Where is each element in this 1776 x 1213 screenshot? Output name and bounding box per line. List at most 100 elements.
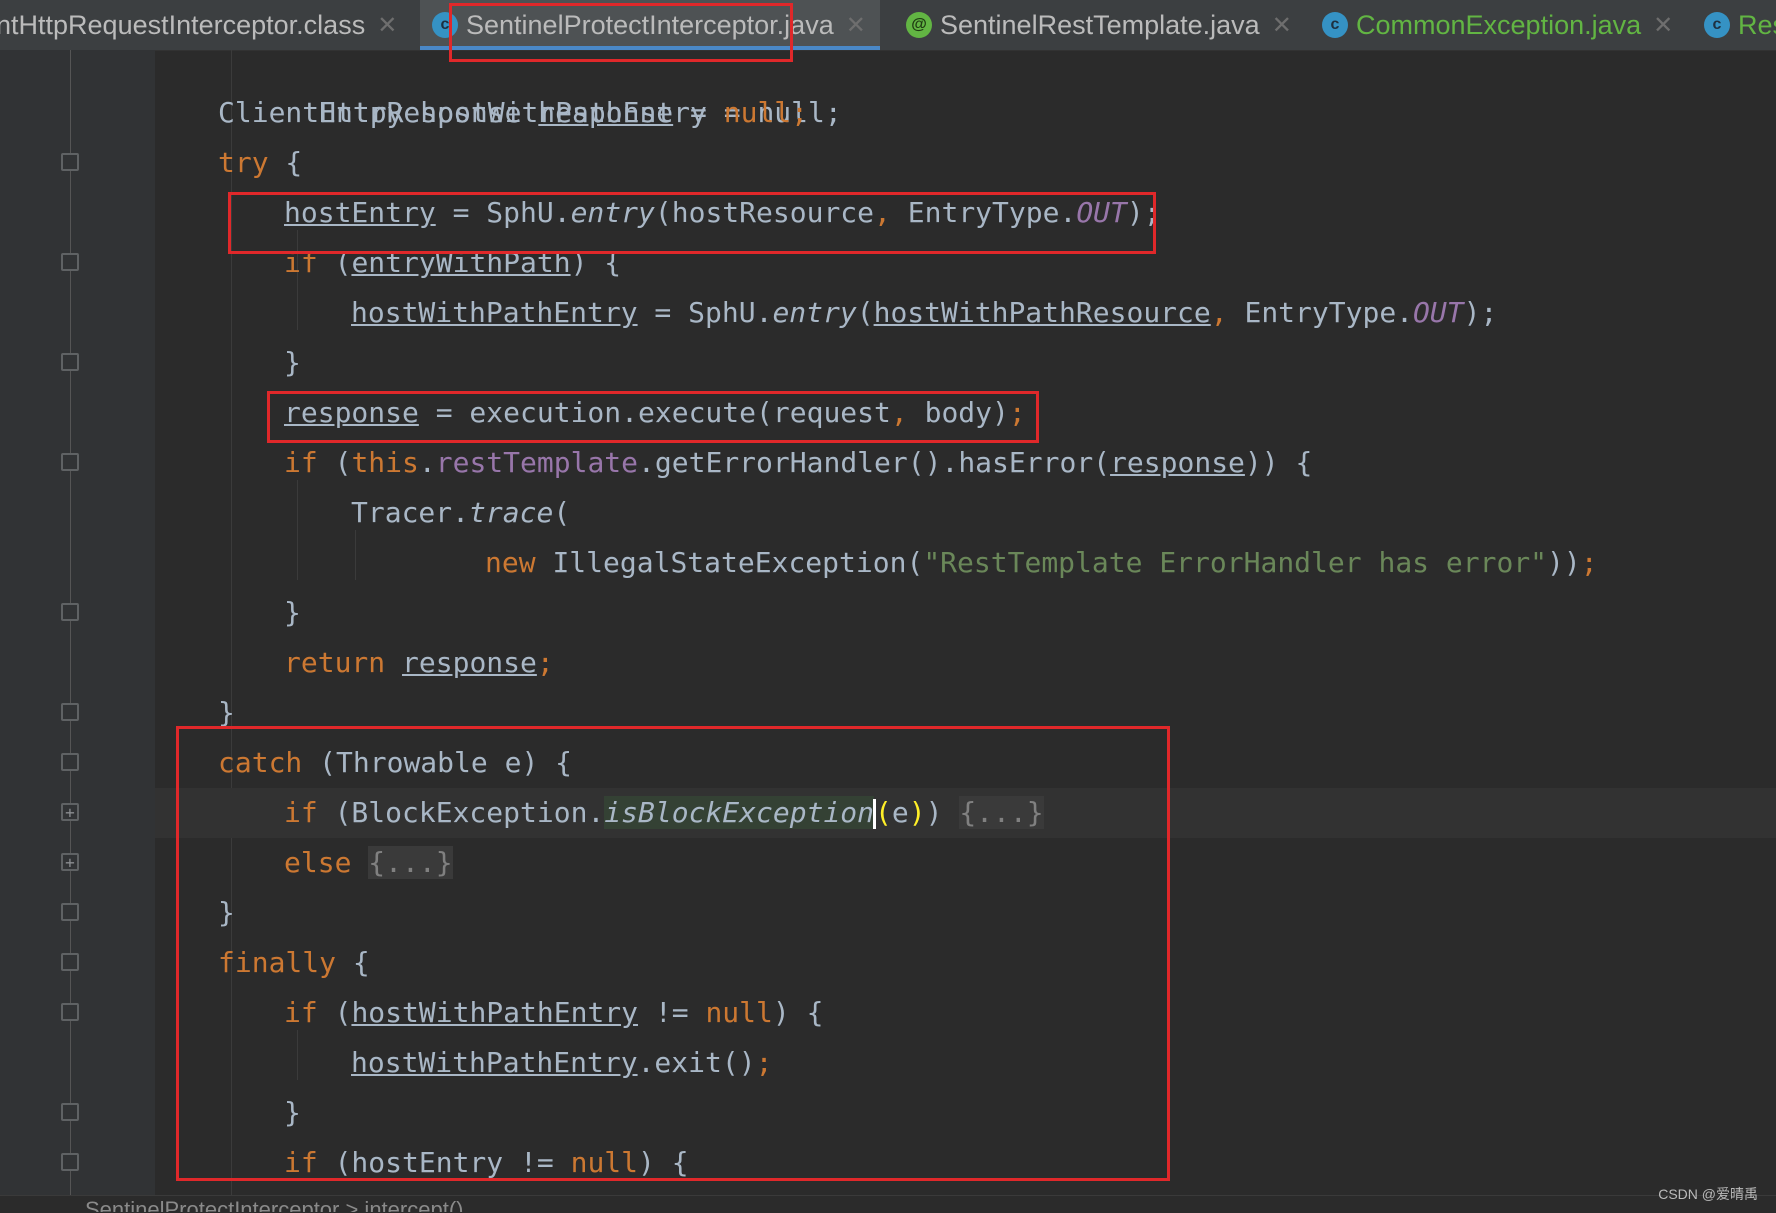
fold-end-icon[interactable] bbox=[61, 603, 79, 621]
code-text: OUT bbox=[1413, 296, 1464, 329]
code-line: hostEntry = SphU.entry(hostResource, Ent… bbox=[155, 188, 1776, 238]
code-line: if (this.restTemplate.getErrorHandler().… bbox=[155, 438, 1776, 488]
code-text: (hostEntry != bbox=[317, 1146, 571, 1179]
code-line: Entry hostWithPathEntry = null; bbox=[155, 38, 1776, 129]
folded-block[interactable]: {...} bbox=[368, 846, 453, 879]
code-text: else bbox=[284, 846, 352, 879]
close-icon[interactable]: ✕ bbox=[1653, 11, 1673, 40]
folded-block[interactable]: {...} bbox=[959, 796, 1044, 829]
fold-collapse-icon[interactable] bbox=[61, 253, 79, 271]
class-icon: c bbox=[1704, 12, 1730, 38]
code-text: (BlockException. bbox=[317, 796, 605, 829]
code-text: } bbox=[284, 346, 301, 379]
fold-end-icon[interactable] bbox=[61, 903, 79, 921]
code-text: , bbox=[874, 196, 908, 229]
code-line: else {...} bbox=[155, 838, 1776, 888]
code-text: entry bbox=[772, 296, 857, 329]
code-text: = bbox=[673, 96, 724, 129]
code-text: (Throwable e) { bbox=[302, 746, 573, 779]
code-text: ; bbox=[791, 96, 809, 129]
code-line: hostWithPathEntry.exit(); bbox=[155, 1038, 1776, 1088]
code-text: ( bbox=[317, 996, 352, 1029]
fold-end-icon[interactable] bbox=[61, 353, 79, 371]
code-text: )) bbox=[1547, 546, 1581, 579]
code-line: if (entryWithPath) { bbox=[155, 238, 1776, 288]
code-line: try { bbox=[155, 138, 1776, 188]
fold-collapse-icon[interactable] bbox=[61, 453, 79, 471]
code-text: } bbox=[218, 696, 235, 729]
code-area[interactable]: Entry hostWithPathEntry = null; ClientHt… bbox=[155, 50, 1776, 1195]
code-text: ( bbox=[317, 246, 352, 279]
code-text: . bbox=[418, 446, 436, 479]
code-text: hostWithPathEntry bbox=[351, 296, 638, 329]
code-line: new IllegalStateException("RestTemplate … bbox=[155, 538, 1776, 588]
code-text: hostWithPathEntry bbox=[351, 996, 639, 1029]
code-text: entryWithPath bbox=[351, 246, 571, 279]
code-text: null bbox=[705, 996, 773, 1029]
code-text: response bbox=[1110, 446, 1245, 479]
code-text: = SphU. bbox=[435, 196, 571, 229]
fold-collapse-icon[interactable] bbox=[61, 953, 79, 971]
code-text: EntryType. bbox=[1244, 296, 1414, 329]
class-icon: c bbox=[432, 12, 458, 38]
fold-collapse-icon[interactable] bbox=[61, 1003, 79, 1021]
code-text: if bbox=[284, 796, 318, 829]
code-text: (hostResource bbox=[654, 196, 875, 229]
code-text: != bbox=[638, 996, 706, 1029]
code-text: ; bbox=[1008, 396, 1026, 429]
code-text: .exit() bbox=[637, 1046, 756, 1079]
code-text: "RestTemplate ErrorHandler has error" bbox=[923, 546, 1548, 579]
code-text: restTemplate bbox=[435, 446, 639, 479]
code-line: Tracer.trace( bbox=[155, 488, 1776, 538]
editor-gutter: + + bbox=[0, 50, 155, 1195]
code-text: = SphU. bbox=[637, 296, 773, 329]
fold-collapse-icon[interactable] bbox=[61, 1153, 79, 1171]
code-text: ( bbox=[875, 796, 892, 829]
code-text: if bbox=[284, 246, 318, 279]
fold-end-icon[interactable] bbox=[61, 703, 79, 721]
close-icon[interactable]: ✕ bbox=[1272, 11, 1292, 40]
breadcrumb[interactable]: SentinelProtectInterceptor > intercept() bbox=[85, 1195, 463, 1212]
code-line: } bbox=[155, 688, 1776, 738]
tab-label: SentinelRestTemplate.java bbox=[940, 9, 1260, 40]
code-text: ) { bbox=[638, 1146, 689, 1179]
fold-expand-icon[interactable]: + bbox=[61, 803, 79, 821]
code-line-current: if (BlockException.isBlockException(e)) … bbox=[155, 788, 1776, 838]
code-text: } bbox=[218, 896, 235, 929]
watermark: CSDN @爱晴禹 bbox=[1658, 1186, 1758, 1202]
code-text: null bbox=[570, 1146, 639, 1179]
code-text: , bbox=[890, 396, 925, 429]
code-text: finally bbox=[218, 946, 337, 979]
code-text: entry bbox=[570, 196, 655, 229]
code-text: ); bbox=[1463, 296, 1498, 329]
code-text: null bbox=[723, 96, 792, 129]
code-text: e bbox=[891, 796, 909, 829]
code-line: } bbox=[155, 888, 1776, 938]
code-line: if (hostEntry != null) { bbox=[155, 1138, 1776, 1188]
code-line: return response; bbox=[155, 638, 1776, 688]
code-text: Tracer. bbox=[351, 496, 470, 529]
code-line: hostWithPathEntry = SphU.entry(hostWithP… bbox=[155, 288, 1776, 338]
close-icon[interactable]: ✕ bbox=[377, 11, 397, 40]
code-editor[interactable]: + + Entry hostWithPathEntry = null; Clie… bbox=[0, 50, 1776, 1195]
fold-collapse-icon[interactable] bbox=[61, 153, 79, 171]
code-text: ClientHttpResponse bbox=[218, 96, 539, 129]
code-line: ClientHttpResponse response = null; bbox=[155, 88, 1776, 138]
code-text: body) bbox=[924, 396, 1009, 429]
code-text: ( bbox=[553, 496, 571, 529]
code-text: isBlockException bbox=[604, 796, 875, 829]
fold-end-icon[interactable] bbox=[61, 1103, 79, 1121]
close-icon[interactable]: ✕ bbox=[846, 11, 866, 40]
code-text: ( bbox=[856, 296, 874, 329]
fold-expand-icon[interactable]: + bbox=[61, 853, 79, 871]
code-text: catch bbox=[218, 746, 303, 779]
code-text: ; bbox=[755, 1046, 773, 1079]
code-text: ) { bbox=[772, 996, 824, 1029]
code-text: = execution.execute(request bbox=[418, 396, 891, 429]
code-text: } bbox=[284, 596, 301, 629]
tab-label: SentinelProtectInterceptor.java bbox=[466, 9, 834, 40]
code-text: response bbox=[284, 396, 419, 429]
code-text: new bbox=[485, 546, 553, 579]
code-text: ; bbox=[536, 646, 554, 679]
fold-collapse-icon[interactable] bbox=[61, 753, 79, 771]
